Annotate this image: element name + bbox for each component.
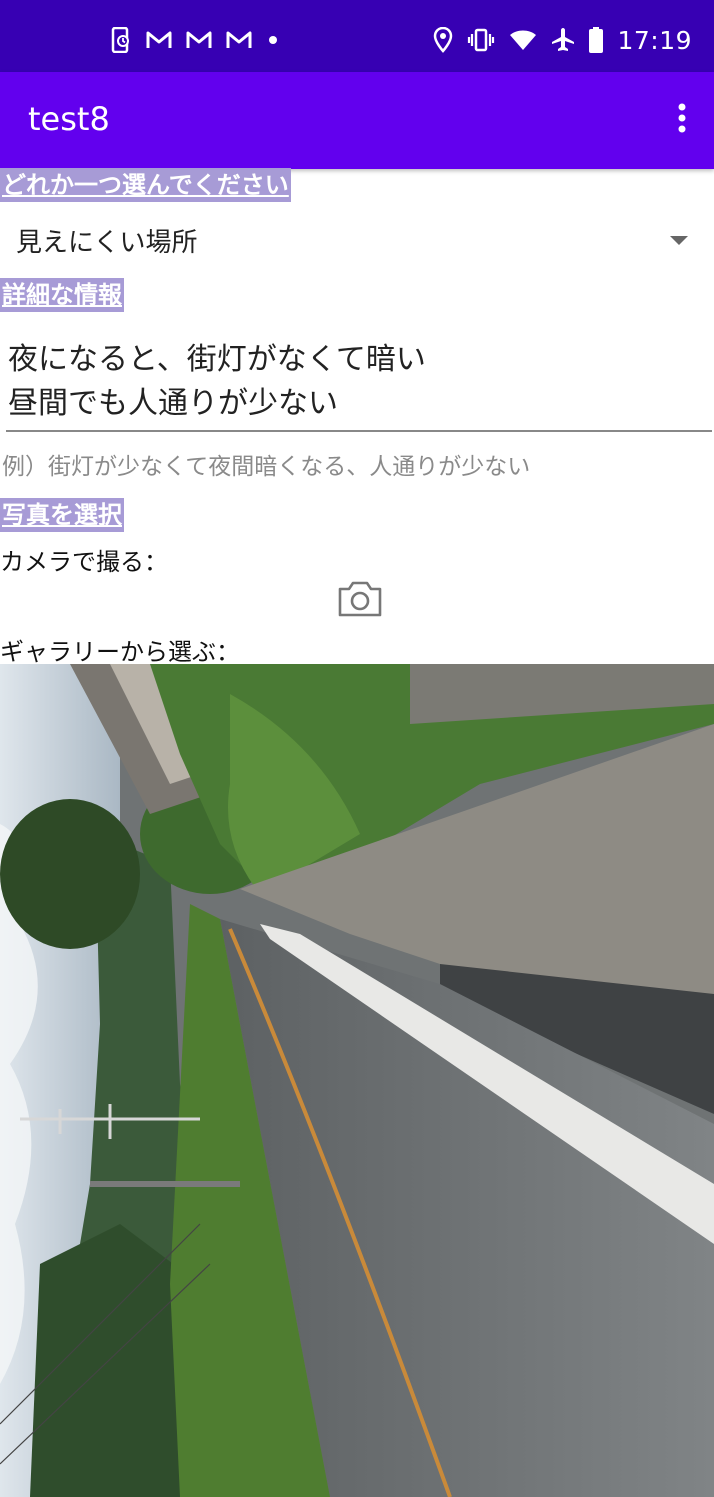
camera-label: カメラで撮る： [0,548,168,576]
details-input[interactable]: 夜になると、街灯がなくて暗い 昼間でも人通りが少ない [6,338,712,432]
dropdown-arrow-icon [670,236,688,245]
system-icons: 17:19 [433,22,692,58]
selected-photo[interactable] [0,664,714,1497]
details-line: 昼間でも人通りが少ない [8,386,338,421]
gmail-icon [226,30,252,50]
location-icon [433,27,453,53]
more-vert-icon [676,103,688,137]
camera-button[interactable] [336,580,384,622]
details-hint: 例）街灯が少なくて夜間暗くなる、人通りが少ない [2,454,531,480]
wifi-icon [509,29,537,51]
battery-icon [589,27,604,53]
app-bar: test8 [0,72,714,169]
phone-screen-icon [110,27,132,53]
notification-icons [110,22,280,58]
category-spinner[interactable]: 見えにくい場所 [0,205,714,275]
app-title: test8 [28,100,110,138]
dot-icon [266,33,280,47]
gmail-icon [186,30,212,50]
status-bar: 17:19 [0,0,714,72]
select-label: どれか一つ選んでください [0,168,291,202]
vibrate-icon [467,28,495,52]
camera-icon [337,580,383,622]
details-label: 詳細な情報 [0,278,124,312]
overflow-menu-button[interactable] [664,96,700,144]
gmail-icon [146,30,172,50]
airplane-icon [551,27,575,53]
photo-label: 写真を選択 [0,498,124,532]
gallery-label: ギャラリーから選ぶ： [0,638,240,666]
photo-image [0,664,714,1497]
details-line: 夜になると、街灯がなくて暗い [8,342,426,377]
status-clock: 17:19 [617,25,692,55]
spinner-selected-value: 見えにくい場所 [16,228,198,258]
